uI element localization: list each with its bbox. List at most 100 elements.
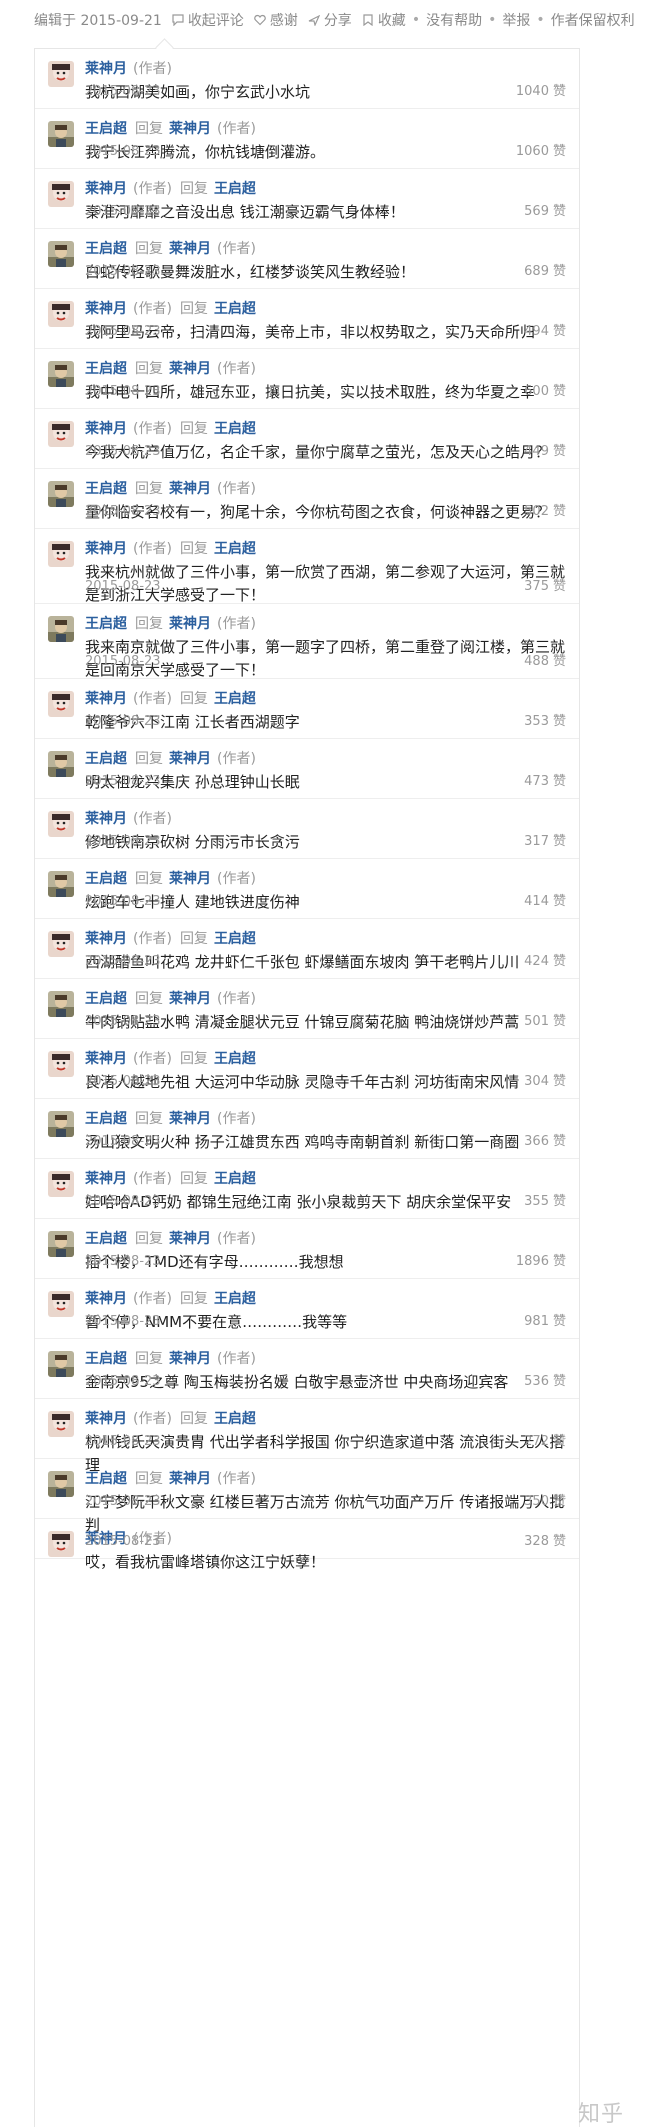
reply-target-name[interactable]: 王启超 xyxy=(214,541,256,557)
comment-author-name[interactable]: 王启超 xyxy=(85,616,127,632)
collapse-comments-button[interactable]: 收起评论 xyxy=(172,10,244,30)
reply-target-name[interactable]: 王启超 xyxy=(214,931,256,947)
like-count[interactable]: 981 赞 xyxy=(524,1313,566,1331)
comment-author-name[interactable]: 王启超 xyxy=(85,751,127,767)
avatar[interactable] xyxy=(48,931,74,957)
reply-target-name[interactable]: 王启超 xyxy=(214,181,256,197)
not-helpful-button[interactable]: 没有帮助 xyxy=(426,10,482,30)
like-count[interactable]: 1040 赞 xyxy=(516,83,566,101)
avatar[interactable] xyxy=(48,616,74,642)
reply-target-name[interactable]: 莱神月 xyxy=(169,616,211,632)
like-count[interactable]: 600 赞 xyxy=(524,383,566,401)
reply-target-name[interactable]: 王启超 xyxy=(214,1411,256,1427)
avatar[interactable] xyxy=(48,301,74,327)
comment-author-name[interactable]: 莱神月 xyxy=(85,61,127,77)
reply-target-name[interactable]: 王启超 xyxy=(214,691,256,707)
avatar[interactable] xyxy=(48,1411,74,1437)
like-count[interactable]: 689 赞 xyxy=(524,263,566,281)
like-count[interactable]: 494 赞 xyxy=(524,323,566,341)
comment-author-name[interactable]: 王启超 xyxy=(85,1231,127,1247)
comment-author-name[interactable]: 王启超 xyxy=(85,481,127,497)
like-count[interactable]: 449 赞 xyxy=(524,443,566,461)
like-count[interactable]: 366 赞 xyxy=(524,1133,566,1151)
comment-author-name[interactable]: 王启超 xyxy=(85,241,127,257)
comment-author-name[interactable]: 莱神月 xyxy=(85,1411,127,1427)
like-count[interactable]: 328 赞 xyxy=(524,1533,566,1551)
avatar[interactable] xyxy=(48,1291,74,1317)
like-count[interactable]: 1060 赞 xyxy=(516,143,566,161)
avatar[interactable] xyxy=(48,1111,74,1137)
avatar[interactable] xyxy=(48,811,74,837)
avatar[interactable] xyxy=(48,991,74,1017)
comment-author-name[interactable]: 王启超 xyxy=(85,1351,127,1367)
comment-author-name[interactable]: 莱神月 xyxy=(85,1291,127,1307)
like-count[interactable]: 375 赞 xyxy=(524,578,566,596)
reply-target-name[interactable]: 莱神月 xyxy=(169,1231,211,1247)
like-count[interactable]: 317 赞 xyxy=(524,833,566,851)
reply-target-name[interactable]: 莱神月 xyxy=(169,361,211,377)
avatar[interactable] xyxy=(48,1051,74,1077)
comment-author-name[interactable]: 莱神月 xyxy=(85,811,127,827)
like-count[interactable]: 355 赞 xyxy=(524,1193,566,1211)
reply-target-name[interactable]: 莱神月 xyxy=(169,871,211,887)
like-count[interactable]: 501 赞 xyxy=(524,1013,566,1031)
avatar[interactable] xyxy=(48,1231,74,1257)
comment-author-name[interactable]: 莱神月 xyxy=(85,691,127,707)
like-count[interactable]: 536 赞 xyxy=(524,1373,566,1391)
like-count[interactable]: 350 赞 xyxy=(524,1493,566,1511)
reply-target-name[interactable]: 莱神月 xyxy=(169,1351,211,1367)
report-button[interactable]: 举报 xyxy=(502,10,530,30)
like-count[interactable]: 353 赞 xyxy=(524,713,566,731)
comment-author-name[interactable]: 莱神月 xyxy=(85,931,127,947)
reply-target-name[interactable]: 王启超 xyxy=(214,1291,256,1307)
reply-target-name[interactable]: 莱神月 xyxy=(169,751,211,767)
comment-author-name[interactable]: 王启超 xyxy=(85,361,127,377)
reply-target-name[interactable]: 莱神月 xyxy=(169,1471,211,1487)
comment-author-name[interactable]: 莱神月 xyxy=(85,541,127,557)
avatar[interactable] xyxy=(48,541,74,567)
like-count[interactable]: 488 赞 xyxy=(524,653,566,671)
avatar[interactable] xyxy=(48,121,74,147)
avatar[interactable] xyxy=(48,1471,74,1497)
comment-author-name[interactable]: 王启超 xyxy=(85,871,127,887)
like-count[interactable]: 424 赞 xyxy=(524,953,566,971)
share-button[interactable]: 分享 xyxy=(308,10,352,30)
avatar[interactable] xyxy=(48,361,74,387)
comment-author-name[interactable]: 莱神月 xyxy=(85,181,127,197)
like-count[interactable]: 272 赞 xyxy=(524,1433,566,1451)
reply-target-name[interactable]: 王启超 xyxy=(214,301,256,317)
reply-target-name[interactable]: 莱神月 xyxy=(169,121,211,137)
thanks-button[interactable]: 感谢 xyxy=(254,10,298,30)
reply-target-name[interactable]: 莱神月 xyxy=(169,1111,211,1127)
reply-target-name[interactable]: 莱神月 xyxy=(169,481,211,497)
like-count[interactable]: 473 赞 xyxy=(524,773,566,791)
reply-target-name[interactable]: 莱神月 xyxy=(169,241,211,257)
avatar[interactable] xyxy=(48,421,74,447)
comment-author-name[interactable]: 莱神月 xyxy=(85,1051,127,1067)
avatar[interactable] xyxy=(48,1531,74,1557)
avatar[interactable] xyxy=(48,241,74,267)
like-count[interactable]: 414 赞 xyxy=(524,893,566,911)
avatar[interactable] xyxy=(48,751,74,777)
like-count[interactable]: 569 赞 xyxy=(524,203,566,221)
like-count[interactable]: 1896 赞 xyxy=(516,1253,566,1271)
comment-author-name[interactable]: 王启超 xyxy=(85,1471,127,1487)
avatar[interactable] xyxy=(48,1351,74,1377)
comment-author-name[interactable]: 莱神月 xyxy=(85,1171,127,1187)
avatar[interactable] xyxy=(48,1171,74,1197)
like-count[interactable]: 304 赞 xyxy=(524,1073,566,1091)
avatar[interactable] xyxy=(48,871,74,897)
reply-target-name[interactable]: 王启超 xyxy=(214,1051,256,1067)
reply-target-name[interactable]: 莱神月 xyxy=(169,991,211,1007)
like-count[interactable]: 502 赞 xyxy=(524,503,566,521)
comment-author-name[interactable]: 王启超 xyxy=(85,121,127,137)
avatar[interactable] xyxy=(48,181,74,207)
comment-author-name[interactable]: 王启超 xyxy=(85,1111,127,1127)
avatar[interactable] xyxy=(48,61,74,87)
reply-target-name[interactable]: 王启超 xyxy=(214,421,256,437)
reply-target-name[interactable]: 王启超 xyxy=(214,1171,256,1187)
favorite-button[interactable]: 收藏 xyxy=(362,10,406,30)
comment-author-name[interactable]: 莱神月 xyxy=(85,301,127,317)
comment-author-name[interactable]: 王启超 xyxy=(85,991,127,1007)
avatar[interactable] xyxy=(48,481,74,507)
